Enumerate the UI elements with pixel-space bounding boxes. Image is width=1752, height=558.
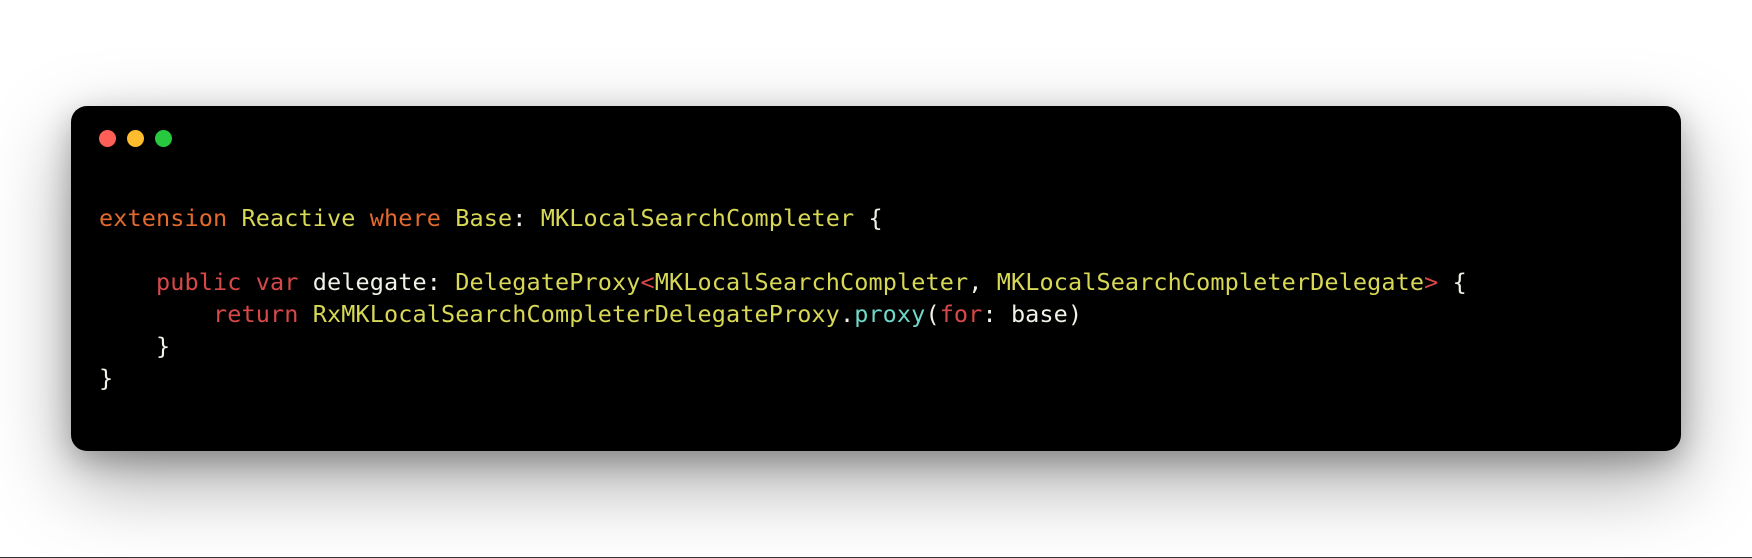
keyword-extension: extension (99, 204, 227, 232)
code-line-5: } (99, 332, 170, 360)
type-mklocalsearchcompleter: MKLocalSearchCompleter (541, 204, 854, 232)
type-reactive: Reactive (241, 204, 355, 232)
type-delegateproxy: DelegateProxy (455, 268, 640, 296)
maximize-icon[interactable] (155, 130, 172, 147)
close-icon[interactable] (99, 130, 116, 147)
keyword-return: return (213, 300, 299, 328)
function-proxy: proxy (854, 300, 925, 328)
keyword-where: where (370, 204, 441, 232)
code-content: extension Reactive where Base: MKLocalSe… (71, 147, 1681, 451)
identifier-base: base (1011, 300, 1068, 328)
property-delegate: delegate (313, 268, 427, 296)
minimize-icon[interactable] (127, 130, 144, 147)
keyword-for: for (940, 300, 983, 328)
code-window: extension Reactive where Base: MKLocalSe… (71, 106, 1681, 451)
code-line-3: public var delegate: DelegateProxy<MKLoc… (99, 268, 1467, 296)
code-line-6: } (99, 364, 113, 392)
code-line-1: extension Reactive where Base: MKLocalSe… (99, 204, 883, 232)
window-titlebar (71, 106, 1681, 147)
type-rxmklocalsearchcompleterdelegateproxy: RxMKLocalSearchCompleterDelegateProxy (313, 300, 840, 328)
type-base: Base (455, 204, 512, 232)
keyword-var: var (256, 268, 299, 296)
type-mklocalsearchcompleter-2: MKLocalSearchCompleter (655, 268, 968, 296)
keyword-public: public (156, 268, 242, 296)
code-line-4: return RxMKLocalSearchCompleterDelegateP… (99, 300, 1082, 328)
type-mklocalsearchcompleterdelegate: MKLocalSearchCompleterDelegate (997, 268, 1424, 296)
